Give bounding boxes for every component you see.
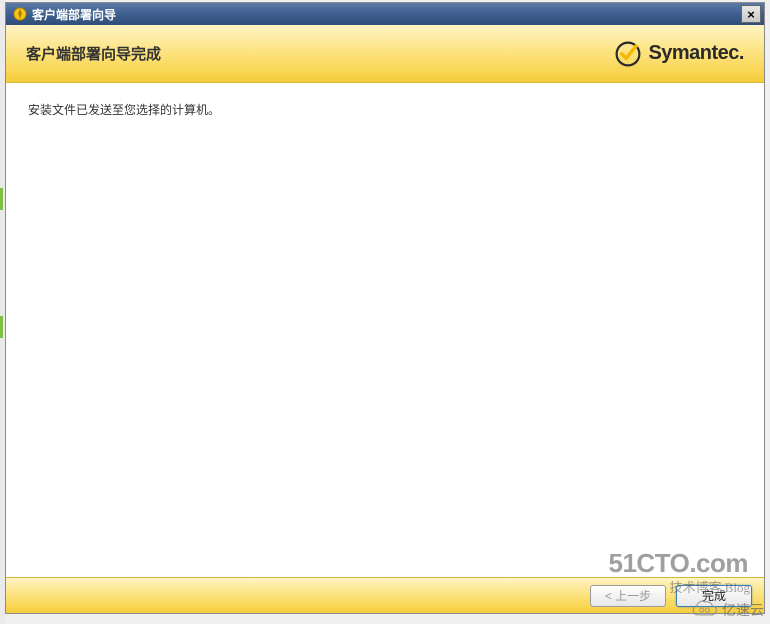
content-area: 安装文件已发送至您选择的计算机。	[6, 83, 764, 577]
window-title: 客户端部署向导	[32, 6, 741, 23]
decoration	[0, 188, 3, 210]
symantec-check-icon	[614, 40, 642, 68]
wizard-window: 客户端部署向导 × 客户端部署向导完成 Symantec. 安装文件已发送至您选…	[5, 2, 765, 614]
header-band: 客户端部署向导完成 Symantec.	[6, 25, 764, 83]
brand-logo: Symantec.	[614, 40, 744, 68]
page-title: 客户端部署向导完成	[26, 43, 161, 64]
status-message: 安装文件已发送至您选择的计算机。	[28, 101, 742, 118]
cloud-icon	[692, 600, 718, 620]
close-button[interactable]: ×	[741, 5, 761, 23]
app-icon	[12, 6, 28, 22]
watermark-blog: 技术博客 Blog	[669, 577, 750, 596]
watermark-yisu-text: 亿速云	[722, 600, 764, 620]
brand-name: Symantec.	[648, 42, 744, 65]
footer-band: < 上一步 完成	[6, 577, 764, 613]
titlebar: 客户端部署向导 ×	[6, 3, 764, 25]
watermark-yisu: 亿速云	[692, 600, 764, 620]
decoration	[0, 316, 3, 338]
back-button[interactable]: < 上一步	[590, 585, 666, 607]
watermark-51cto: 51CTO.com	[608, 548, 748, 579]
close-icon: ×	[747, 7, 755, 22]
back-button-label: < 上一步	[605, 587, 651, 604]
